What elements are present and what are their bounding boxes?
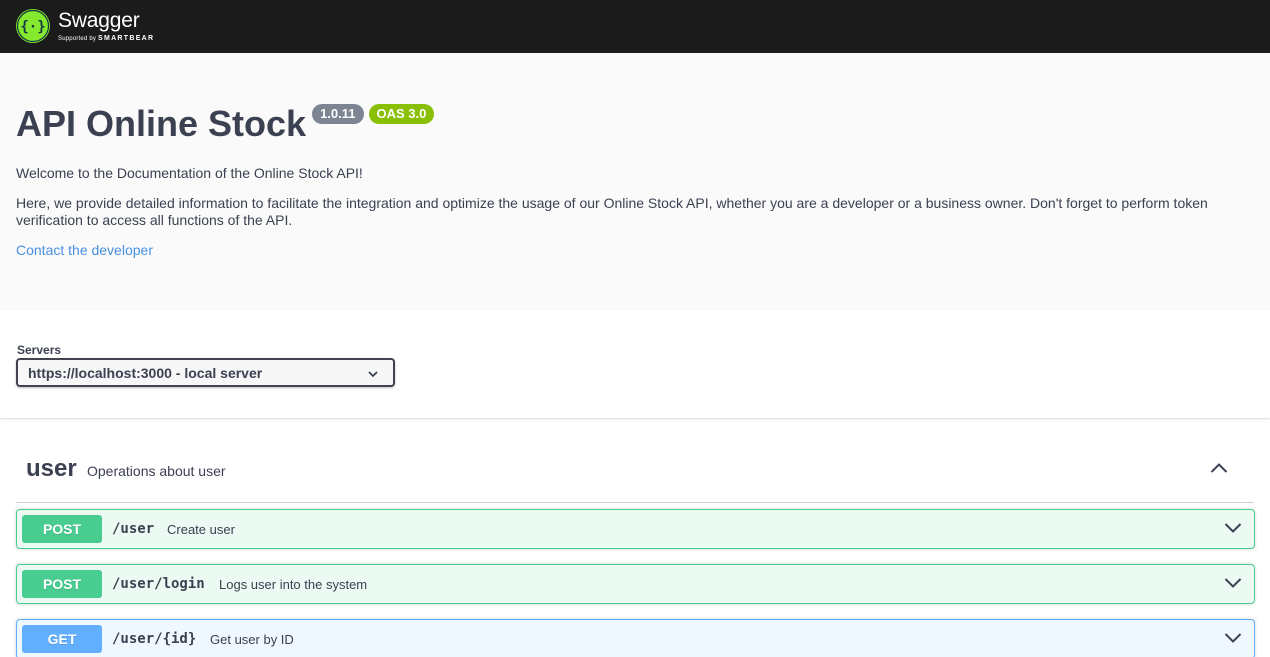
- chevron-down-icon[interactable]: [1224, 631, 1242, 649]
- operation-post-user-login[interactable]: POST /user/login Logs user into the syst…: [16, 564, 1255, 604]
- method-badge: GET: [22, 625, 102, 653]
- operation-path: /user/{id}: [112, 631, 197, 647]
- logo-text: Swagger Supported by SMARTBEAR: [58, 8, 154, 43]
- chevron-down-icon: [367, 367, 379, 385]
- info-section: API Online Stock 1.0.11 OAS 3.0 Welcome …: [0, 53, 1270, 310]
- tag-description: Operations about user: [87, 463, 226, 479]
- method-badge: POST: [22, 570, 102, 598]
- brand-sub-company: SMARTBEAR: [97, 34, 155, 42]
- title-row: API Online Stock 1.0.11 OAS 3.0: [16, 103, 435, 145]
- svg-text:{·}: {·}: [20, 19, 45, 35]
- operation-summary: Logs user into the system: [219, 577, 368, 592]
- brand-subtitle: Supported by SMARTBEAR: [58, 35, 154, 43]
- swagger-logo-link[interactable]: {·} Swagger Supported by SMARTBEAR: [16, 6, 154, 46]
- operation-summary: Get user by ID: [210, 632, 294, 647]
- operation-summary: Create user: [167, 522, 235, 537]
- version-badge: 1.0.11: [312, 104, 364, 124]
- tag-section-user[interactable]: user Operations about user: [16, 437, 1254, 503]
- description-welcome: Welcome to the Documentation of the Onli…: [16, 165, 363, 181]
- oas-badge: OAS 3.0: [368, 104, 435, 124]
- operation-path: /user: [112, 521, 155, 537]
- brand-name: Swagger: [58, 8, 140, 32]
- page-title: API Online Stock: [16, 103, 307, 144]
- method-badge: POST: [22, 515, 102, 543]
- chevron-up-icon[interactable]: [1210, 461, 1228, 479]
- servers-selected-value: https://localhost:3000 - local server: [28, 364, 263, 381]
- swagger-logo-icon: {·}: [16, 9, 50, 43]
- tag-name: user: [26, 455, 77, 482]
- chevron-down-icon[interactable]: [1224, 521, 1242, 539]
- operation-get-user-by-id[interactable]: GET /user/{id} Get user by ID: [16, 619, 1255, 657]
- chevron-down-icon[interactable]: [1224, 576, 1242, 594]
- servers-label: Servers: [17, 343, 62, 357]
- servers-section: Servers https://localhost:3000 - local s…: [0, 310, 1270, 418]
- operation-post-user[interactable]: POST /user Create user: [16, 509, 1255, 549]
- description-details: Here, we provide detailed information to…: [16, 195, 1208, 228]
- brand-sub-prefix: Supported by: [58, 35, 97, 42]
- servers-select[interactable]: https://localhost:3000 - local server: [16, 358, 395, 387]
- operation-path: /user/login: [112, 576, 205, 592]
- topbar: {·} Swagger Supported by SMARTBEAR: [0, 0, 1270, 53]
- contact-developer-link[interactable]: Contact the developer: [16, 242, 153, 258]
